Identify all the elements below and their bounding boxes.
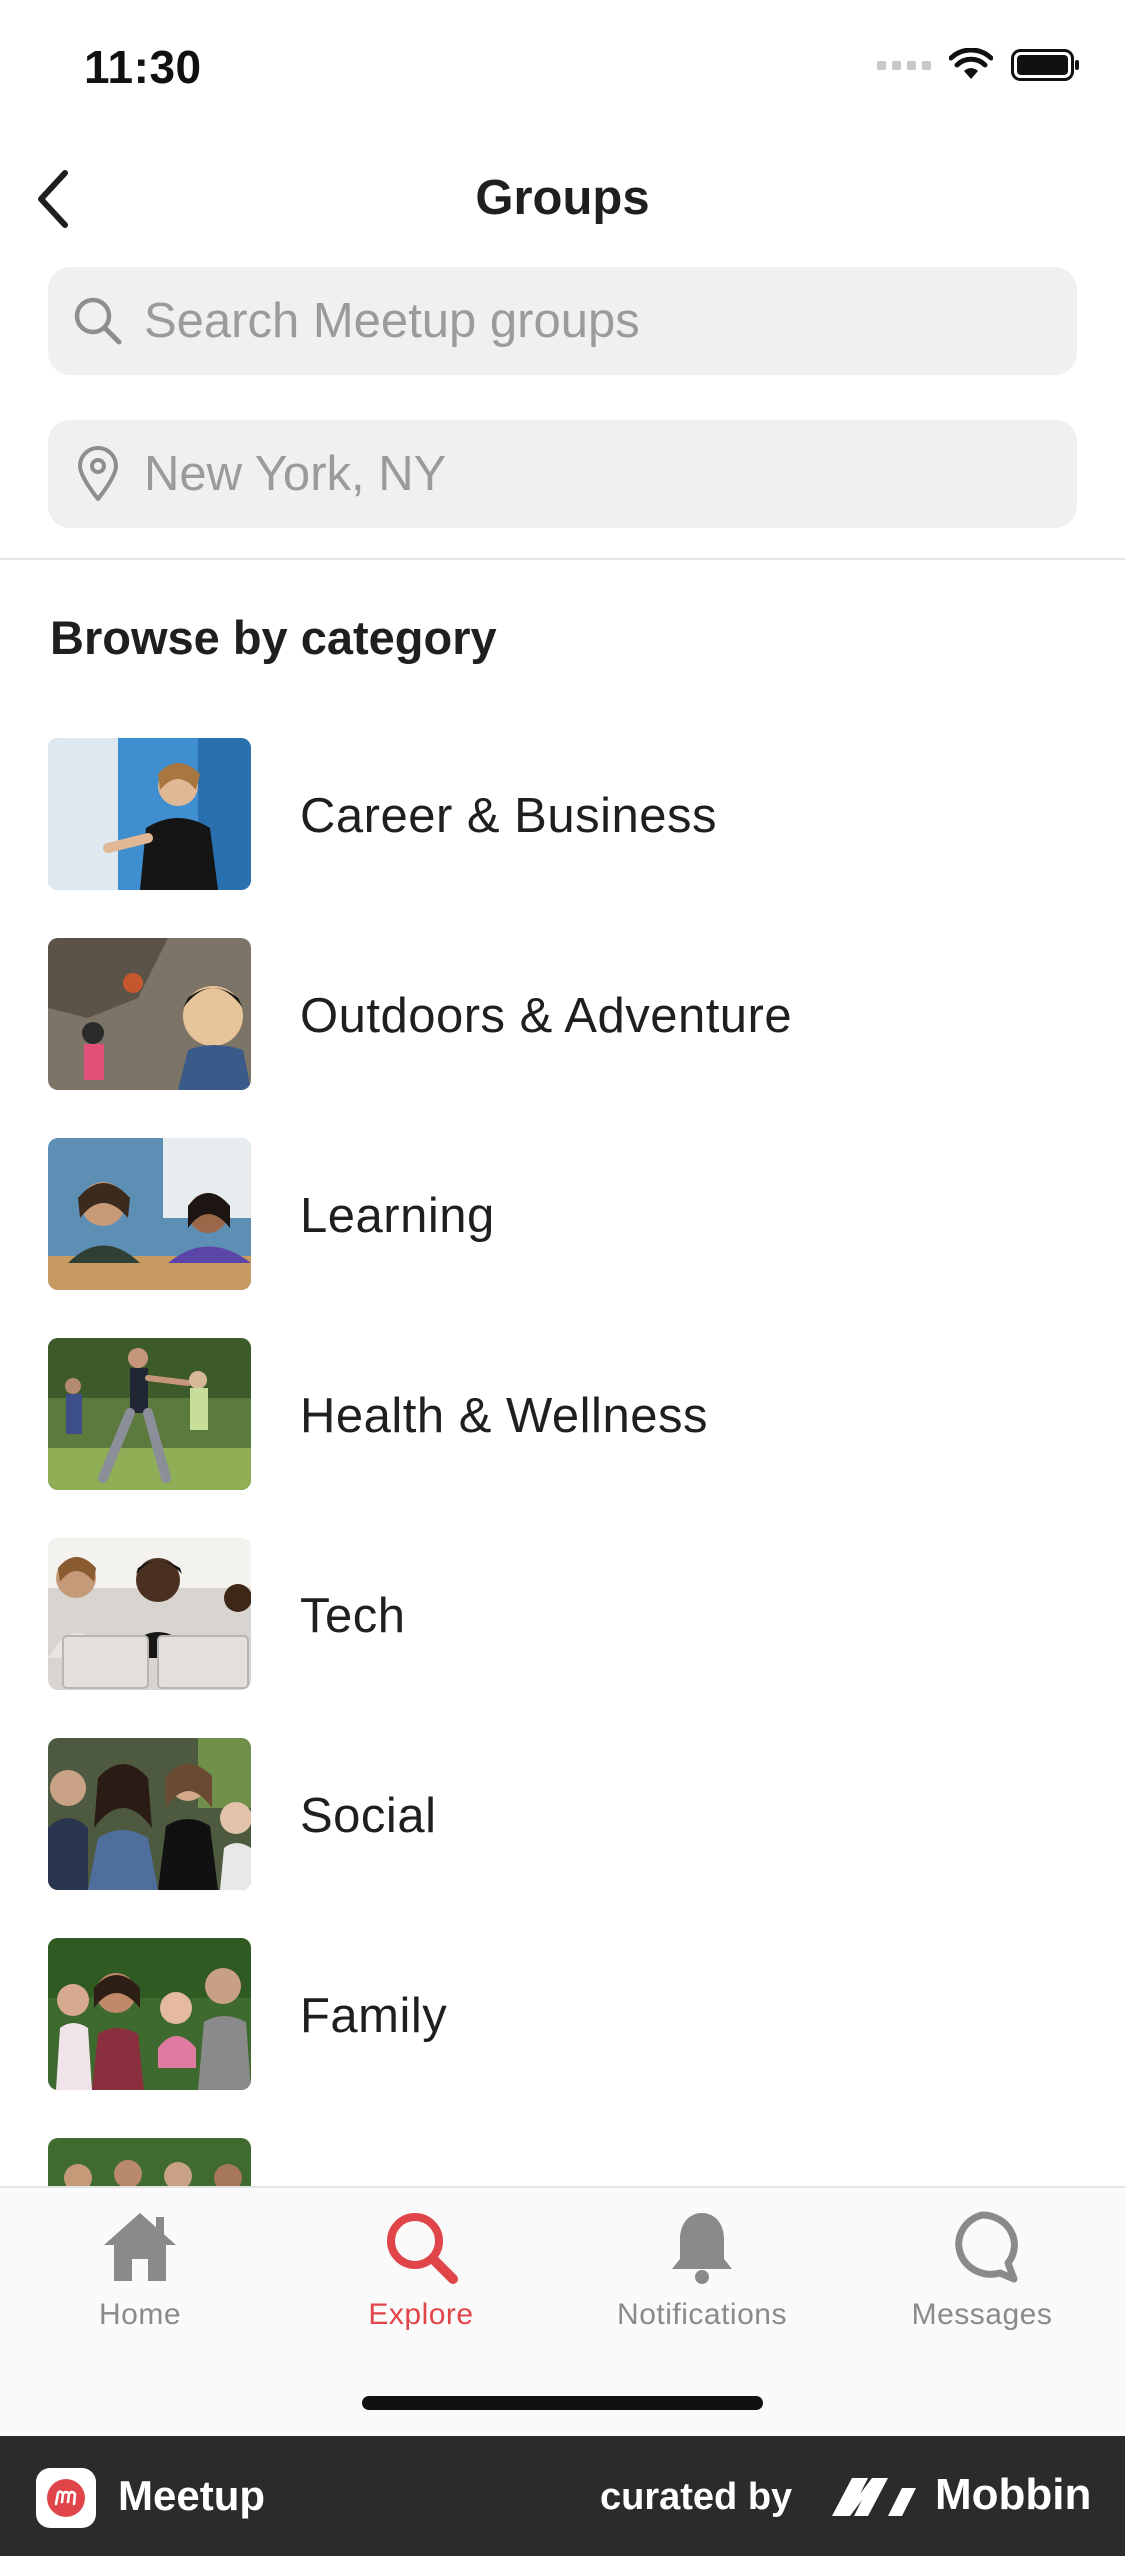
category-list: Career & Business Outdoors & Adventure L… bbox=[0, 736, 1125, 2186]
category-item-social[interactable]: Social bbox=[0, 1736, 1125, 1896]
category-label: Health & Wellness bbox=[300, 1389, 708, 1443]
chat-bubble-icon bbox=[937, 2202, 1027, 2292]
category-thumbnail bbox=[48, 1738, 251, 1890]
category-item-learning[interactable]: Learning bbox=[0, 1136, 1125, 1296]
section-title: Browse by category bbox=[50, 611, 497, 664]
category-thumbnail bbox=[48, 1538, 251, 1690]
meetup-logo-icon bbox=[36, 2468, 96, 2528]
tab-label: Messages bbox=[911, 2298, 1053, 2331]
header: Groups bbox=[0, 150, 1125, 250]
tab-label: Explore bbox=[368, 2298, 474, 2331]
category-label: Career & Business bbox=[300, 789, 718, 843]
cellular-signal-icon bbox=[877, 60, 931, 70]
page-title: Groups bbox=[475, 171, 650, 225]
bell-icon bbox=[657, 2202, 747, 2292]
category-thumbnail bbox=[48, 738, 251, 890]
category-thumbnail bbox=[48, 2138, 251, 2186]
category-item-partial[interactable] bbox=[0, 2136, 1125, 2186]
category-item-family[interactable]: Family bbox=[0, 1936, 1125, 2096]
category-label: Tech bbox=[300, 1589, 406, 1643]
status-icons bbox=[877, 48, 1081, 82]
tab-notifications[interactable]: Notifications bbox=[582, 2202, 822, 2352]
battery-icon bbox=[1011, 49, 1079, 81]
status-time: 11:30 bbox=[84, 41, 202, 93]
brand-bar: Meetup curated by Mobbin bbox=[0, 2436, 1125, 2556]
location-field[interactable] bbox=[48, 420, 1077, 528]
search-icon bbox=[70, 293, 126, 349]
category-label: Social bbox=[300, 1789, 437, 1843]
tab-label: Home bbox=[98, 2298, 182, 2331]
category-label: Outdoors & Adventure bbox=[300, 989, 793, 1043]
brand-app-name: Meetup bbox=[118, 2472, 265, 2519]
search-field[interactable] bbox=[48, 267, 1077, 375]
category-thumbnail bbox=[48, 938, 251, 1090]
brand-curated-by: curated by bbox=[600, 2476, 793, 2518]
category-thumbnail bbox=[48, 1338, 251, 1490]
category-label: Learning bbox=[300, 1189, 495, 1243]
home-indicator bbox=[362, 2396, 763, 2410]
status-bar: 11:30 bbox=[0, 0, 1125, 140]
brand-curator: Mobbin bbox=[935, 2470, 1092, 2519]
category-label: Family bbox=[300, 1989, 448, 2043]
category-thumbnail bbox=[48, 1138, 251, 1290]
location-pin-icon bbox=[70, 446, 126, 502]
tab-messages[interactable]: Messages bbox=[862, 2202, 1102, 2352]
location-input[interactable] bbox=[144, 446, 1044, 502]
wifi-icon bbox=[949, 48, 993, 79]
category-item-career-business[interactable]: Career & Business bbox=[0, 736, 1125, 896]
category-item-health-wellness[interactable]: Health & Wellness bbox=[0, 1336, 1125, 1496]
search-icon bbox=[376, 2202, 466, 2292]
tab-explore[interactable]: Explore bbox=[301, 2202, 541, 2352]
tab-label: Notifications bbox=[617, 2298, 787, 2331]
category-item-outdoors-adventure[interactable]: Outdoors & Adventure bbox=[0, 936, 1125, 1096]
category-thumbnail bbox=[48, 1938, 251, 2090]
search-input[interactable] bbox=[144, 293, 1044, 349]
tab-home[interactable]: Home bbox=[20, 2202, 260, 2352]
category-item-tech[interactable]: Tech bbox=[0, 1536, 1125, 1696]
divider bbox=[0, 558, 1125, 560]
home-icon bbox=[95, 2202, 185, 2292]
mobbin-logo-icon bbox=[832, 2478, 916, 2516]
